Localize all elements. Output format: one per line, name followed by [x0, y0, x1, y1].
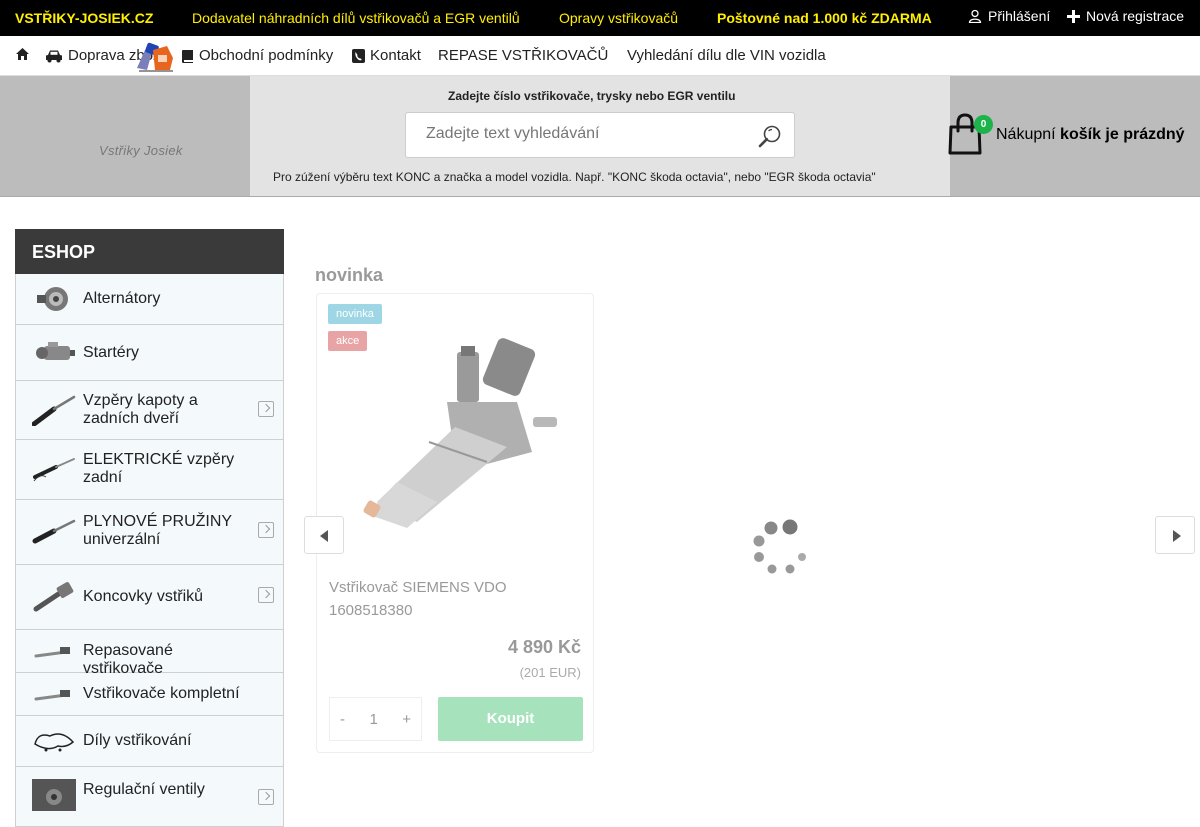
electric-strut-thumb — [33, 458, 75, 482]
logo-text: Vstřiky Josiek — [99, 143, 183, 158]
user-icon — [968, 9, 982, 23]
category-injection-parts[interactable]: Díly vstřikování — [15, 716, 284, 767]
expand-arrow-icon[interactable] — [258, 522, 274, 538]
nav-contact[interactable]: Kontakt — [352, 47, 421, 64]
phone-icon — [352, 48, 365, 63]
quantity-stepper: - 1 + — [329, 697, 422, 741]
register-link[interactable]: Nová registrace — [1067, 8, 1184, 24]
expand-arrow-icon[interactable] — [258, 789, 274, 805]
category-nozzles[interactable]: Koncovky vstřiků — [15, 565, 284, 630]
search-title: Zadejte číslo vstřikovače, trysky nebo E… — [448, 89, 736, 103]
nav-home[interactable] — [15, 47, 30, 61]
free-shipping-link[interactable]: Poštovné nad 1.000 kč ZDARMA — [717, 10, 932, 26]
category-label: Koncovky vstřiků — [83, 588, 204, 605]
carousel-prev-button[interactable] — [304, 516, 344, 554]
category-list: Alternátory Startéry Vzpěry kapoty a zad… — [15, 274, 284, 827]
category-label: Díly vstřikování — [83, 732, 192, 749]
arrow-right-icon — [1173, 530, 1181, 542]
category-label: Alternátory — [83, 290, 161, 307]
product-name[interactable]: Vstřikovač SIEMENS VDO 1608518380 — [329, 576, 579, 622]
expand-arrow-icon[interactable] — [258, 587, 274, 603]
home-icon — [16, 48, 29, 60]
logo-icon[interactable] — [95, 38, 210, 84]
eshop-heading: ESHOP — [15, 229, 284, 274]
category-complete-injectors[interactable]: Vstřikovače kompletní — [15, 673, 284, 716]
category-label: ELEKTRICKÉ vzpěry zadní — [83, 451, 235, 486]
product-price-eur: (201 EUR) — [519, 665, 581, 680]
car-icon — [46, 50, 62, 62]
gas-spring-thumb — [32, 519, 76, 544]
qty-decrease-button[interactable]: - — [340, 711, 345, 728]
category-label: Vstřikovače kompletní — [83, 685, 240, 702]
nav-repase[interactable]: REPASE VSTŘIKOVAČŮ — [438, 47, 608, 64]
cart-count-badge: 0 — [974, 115, 993, 134]
qty-increase-button[interactable]: + — [402, 711, 411, 728]
search-input[interactable] — [426, 125, 746, 143]
qty-value[interactable]: 1 — [369, 711, 377, 728]
product-price: 4 890 Kč — [507, 637, 581, 657]
category-starters[interactable]: Startéry — [15, 325, 284, 381]
brand-link[interactable]: VSTŘIKY-JOSIEK.CZ — [15, 10, 153, 26]
tagline-link[interactable]: Dodavatel náhradních dílů vstřikovačů a … — [192, 10, 520, 26]
category-hood-struts[interactable]: Vzpěry kapoty a zadních dveří — [15, 381, 284, 440]
category-label: Regulační ventily — [83, 781, 205, 798]
injector-thumb — [34, 690, 70, 701]
search-box — [405, 112, 795, 158]
alternator-thumb — [37, 287, 68, 311]
loading-spinner-icon — [753, 519, 806, 574]
login-label: Přihlášení — [988, 8, 1051, 24]
top-bar: VSTŘIKY-JOSIEK.CZ Dodavatel náhradních d… — [0, 0, 1200, 36]
section-title: novinka — [315, 265, 384, 285]
injection-hose-thumb — [34, 733, 75, 752]
product-card[interactable]: novinka akce Vstřikovač SIEMENS VDO 1608… — [316, 293, 594, 753]
search-hint: Pro zúžení výběru text KONC a značka a m… — [273, 170, 876, 184]
cart-label: Nákupní — [996, 126, 1056, 143]
category-electric-struts[interactable]: ELEKTRICKÉ vzpěry zadní — [15, 440, 284, 500]
nav-contact-label: Kontakt — [370, 47, 421, 64]
buy-button[interactable]: Koupit — [438, 697, 583, 741]
valve-thumb — [32, 779, 76, 811]
cart-summary[interactable]: Nákupní košík je prázdný — [996, 126, 1185, 144]
login-link[interactable]: Přihlášení — [968, 8, 1050, 24]
category-gas-springs[interactable]: PLYNOVÉ PRUŽINY univerzální — [15, 500, 284, 565]
starter-thumb — [36, 342, 75, 360]
nav-vin-search[interactable]: Vyhledání dílu dle VIN vozidla — [627, 47, 826, 64]
category-label: PLYNOVÉ PRUŽINY univerzální — [83, 513, 232, 548]
repairs-link[interactable]: Opravy vstřikovačů — [559, 10, 678, 26]
category-label: Startéry — [83, 344, 140, 361]
gas-strut-thumb — [32, 395, 76, 426]
expand-arrow-icon[interactable] — [258, 401, 274, 417]
nozzle-thumb — [33, 582, 74, 612]
search-icon[interactable] — [758, 124, 782, 148]
cart-state: košík je prázdný — [1060, 126, 1185, 143]
carousel-next-button[interactable] — [1155, 516, 1195, 554]
injector-thumb — [34, 647, 70, 658]
category-label: Vzpěry kapoty a zadních dveří — [83, 392, 198, 427]
category-refurbished-injectors[interactable]: Repasované vstřikovače — [15, 630, 284, 677]
register-label: Nová registrace — [1086, 8, 1185, 24]
category-alternators[interactable]: Alternátory — [15, 274, 284, 325]
plus-icon — [1067, 9, 1080, 23]
arrow-left-icon — [320, 530, 328, 542]
product-image[interactable] — [337, 332, 577, 532]
new-badge: novinka — [328, 304, 382, 324]
nav-terms-label: Obchodní podmínky — [199, 47, 334, 64]
category-regulation-valves[interactable]: Regulační ventily — [15, 767, 284, 827]
